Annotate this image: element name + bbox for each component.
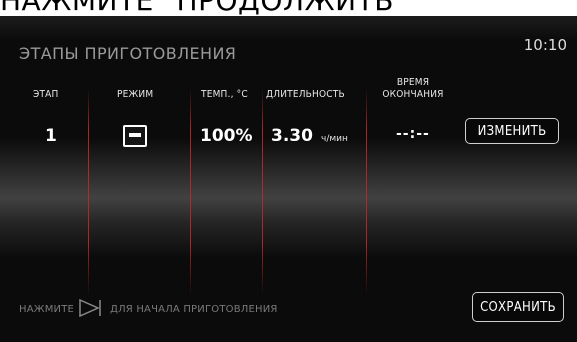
hint-suffix: ДЛЯ НАЧАЛА ПРИГОТОВЛЕНИЯ [110, 304, 278, 315]
header-stage: ЭТАП [33, 89, 59, 100]
top-band [0, 16, 577, 40]
duration-unit: ч/мин [321, 134, 348, 144]
header-mode: РЕЖИМ [117, 89, 154, 100]
duration-number: 3.30 [271, 126, 313, 146]
column-divider [88, 88, 89, 296]
background-glow [0, 138, 577, 258]
save-button[interactable]: СОХРАНИТЬ [472, 292, 564, 322]
page-title: ЭТАПЫ ПРИГОТОВЛЕНИЯ [19, 44, 237, 63]
header-end-time-line2: ОКОНЧАНИЯ [382, 89, 444, 100]
column-divider [366, 88, 367, 296]
end-time-value: --:-- [396, 126, 430, 142]
start-hint: НАЖМИТЕ ДЛЯ НАЧАЛА ПРИГОТОВЛЕНИЯ [19, 298, 278, 321]
instruction-caption: НАЖМИТЕ "ПРОДОЛЖИТЬ" [0, 0, 577, 16]
header-temp: ТЕМП., °C [201, 89, 248, 100]
header-end-time-line1: ВРЕМЯ [396, 77, 430, 88]
header-duration: ДЛИТЕЛЬНОСТЬ [266, 89, 345, 100]
hint-prefix: НАЖМИТЕ [19, 304, 75, 315]
column-divider [262, 88, 263, 296]
oven-screen: ЭТАПЫ ПРИГОТОВЛЕНИЯ 10:10 ЭТАП РЕЖИМ ТЕМ… [0, 16, 577, 342]
mode-icon-bar [129, 133, 141, 137]
play-icon[interactable] [78, 298, 104, 321]
clock: 10:10 [523, 36, 567, 54]
stage-value: 1 [45, 126, 57, 146]
duration-value: 3.30 ч/мин [271, 126, 348, 146]
mode-grill-icon[interactable] [123, 125, 147, 147]
header-end-time: ВРЕМЯ ОКОНЧАНИЯ [380, 77, 446, 101]
column-divider [190, 88, 191, 296]
temp-value: 100% [200, 126, 253, 146]
change-button[interactable]: ИЗМЕНИТЬ [465, 118, 559, 144]
